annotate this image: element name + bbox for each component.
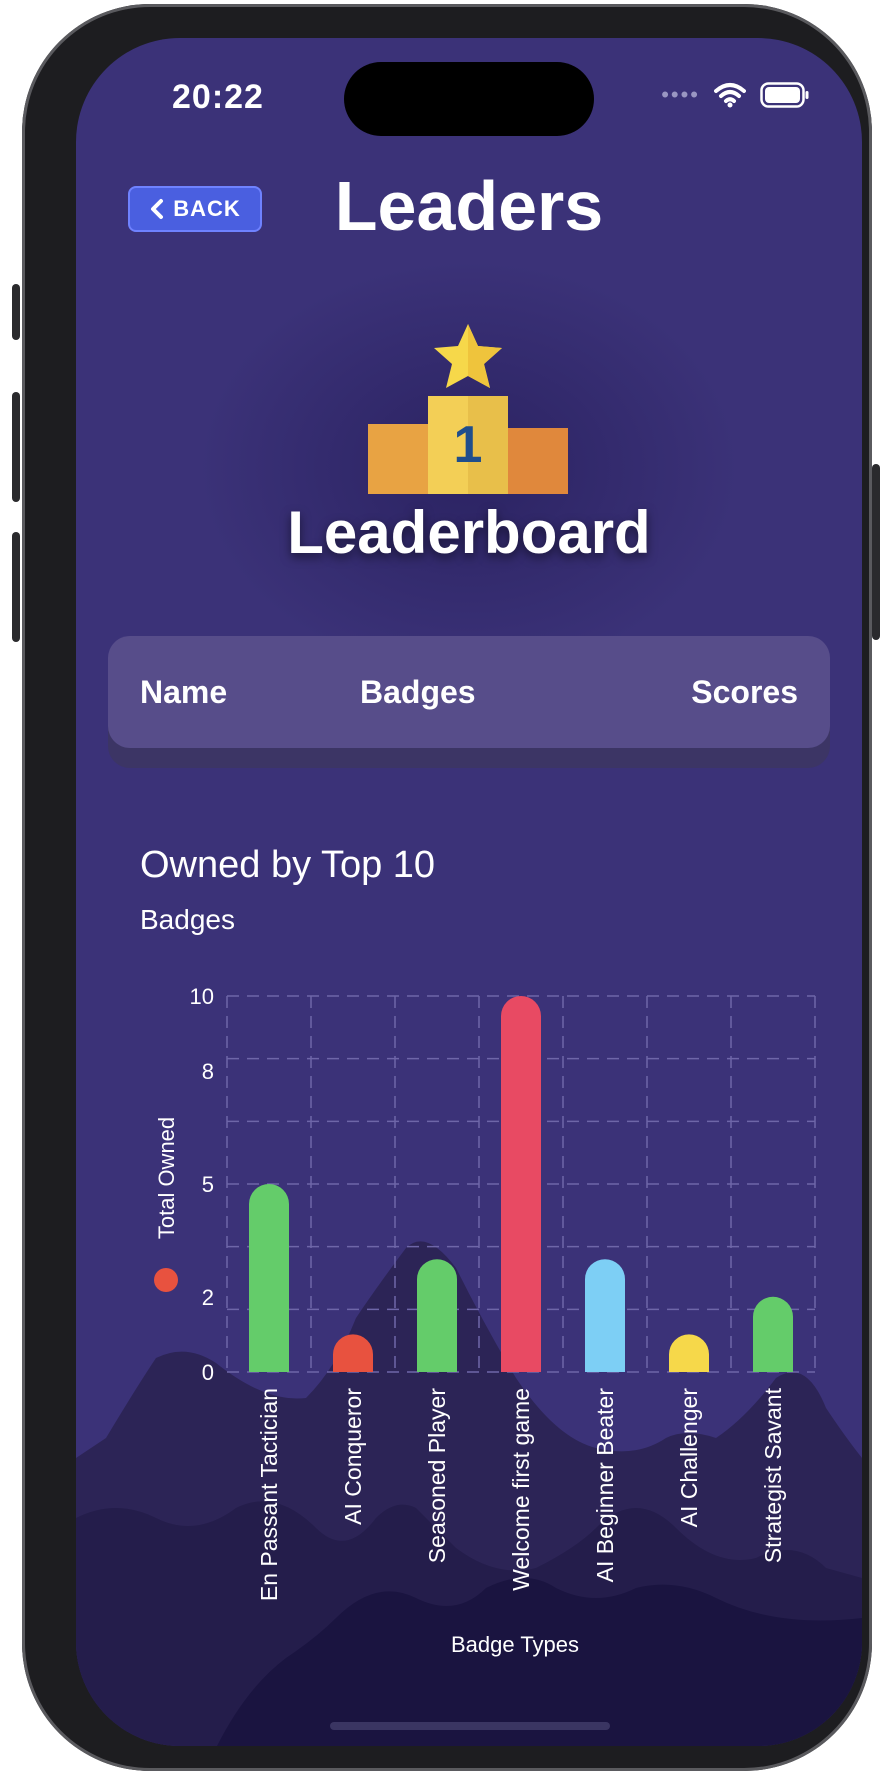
column-header-name: Name xyxy=(140,674,228,710)
chart-bar xyxy=(753,1296,793,1372)
action-button xyxy=(12,284,20,340)
x-axis-label: Badge Types xyxy=(451,1632,579,1657)
x-tick-label: En Passant Tactician xyxy=(256,1388,282,1601)
volume-up-button xyxy=(12,392,20,502)
volume-down-button xyxy=(12,532,20,642)
y-tick-label: 2 xyxy=(202,1285,214,1310)
podium-star-icon: 1 xyxy=(368,324,568,494)
legend-marker xyxy=(154,1268,178,1292)
leaderboard-table-header: Name Badges Scores xyxy=(108,636,830,748)
chart-subtitle: Badges xyxy=(140,904,235,935)
x-tick-label: Welcome first game xyxy=(508,1388,534,1591)
y-tick-label: 8 xyxy=(202,1059,214,1084)
x-tick-label: AI Challenger xyxy=(676,1388,702,1528)
cellular-dots-icon: •••• xyxy=(661,82,700,107)
y-tick-label: 10 xyxy=(190,984,214,1009)
x-tick-label: Strategist Savant xyxy=(760,1387,786,1563)
chart-bar xyxy=(249,1184,289,1372)
x-tick-label: Seasoned Player xyxy=(424,1388,450,1564)
x-tick-label: AI Conqueror xyxy=(340,1388,366,1525)
x-tick-label: AI Beginner Beater xyxy=(592,1388,618,1583)
badges-bar-chart: 0 2 5 8 10 En Passant Tactician AI Conqueror Se… xyxy=(154,984,816,1657)
page-title: Leaders xyxy=(334,167,604,245)
chart-labels: 0 2 5 8 10 En Passant Tactician AI Conqueror Se… xyxy=(154,984,786,1657)
dynamic-island xyxy=(344,62,594,136)
y-axis-label: Total Owned xyxy=(154,1117,179,1239)
chart-bar xyxy=(669,1334,709,1372)
power-button xyxy=(872,464,880,640)
leaderboard-title: Leaderboard xyxy=(287,499,651,566)
chart-bar xyxy=(585,1259,625,1372)
chart-title: Owned by Top 10 xyxy=(140,844,436,886)
app-screen: 20:22 •••• BACK Leaders 1 Leaderboard Na… xyxy=(76,38,862,1746)
y-tick-label: 0 xyxy=(202,1360,214,1385)
battery-icon xyxy=(760,82,809,108)
podium-number: 1 xyxy=(454,416,483,474)
chart-bar xyxy=(333,1334,373,1372)
y-tick-label: 5 xyxy=(202,1172,214,1197)
status-icons: •••• xyxy=(661,82,810,108)
phone-frame: 20:22 •••• BACK Leaders 1 Leaderboard Na… xyxy=(12,4,880,1771)
column-header-badges: Badges xyxy=(360,674,476,710)
wifi-icon xyxy=(714,83,746,108)
column-header-scores: Scores xyxy=(691,674,798,710)
chart-bar xyxy=(501,996,541,1372)
status-time: 20:22 xyxy=(172,78,264,116)
chart-bar xyxy=(417,1259,457,1372)
home-indicator xyxy=(330,1722,610,1730)
